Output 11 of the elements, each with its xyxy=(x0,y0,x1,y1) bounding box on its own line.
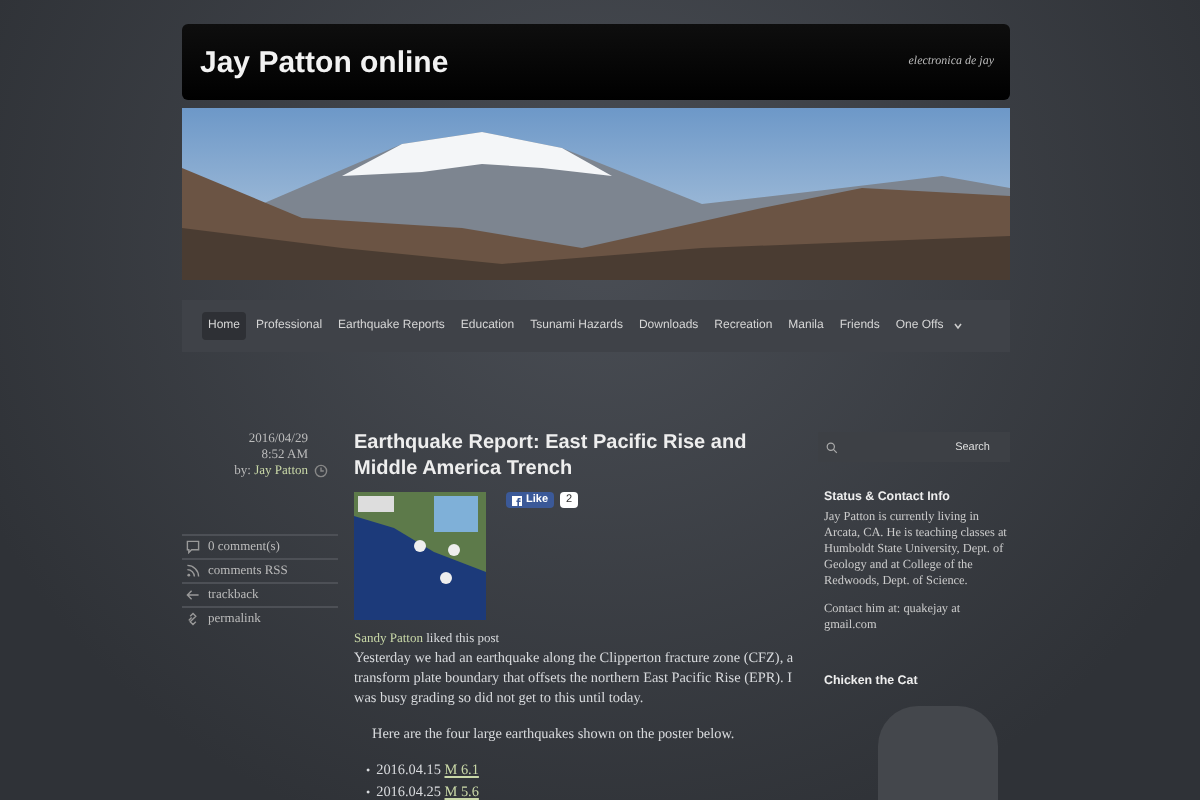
post-title[interactable]: Earthquake Report: East Pacific Rise and Middle America Trench xyxy=(354,432,798,482)
rss-icon xyxy=(186,564,200,578)
link-icon xyxy=(186,612,200,626)
search-icon xyxy=(826,441,838,453)
site-title[interactable]: Jay Patton online xyxy=(200,45,449,79)
clock-icon xyxy=(314,464,328,478)
facebook-icon xyxy=(512,495,522,505)
arrow-icon xyxy=(186,588,200,602)
speech-bubble-icon xyxy=(186,540,200,554)
caret-icon[interactable] xyxy=(953,322,962,330)
map-thumbnail[interactable] xyxy=(354,492,486,620)
